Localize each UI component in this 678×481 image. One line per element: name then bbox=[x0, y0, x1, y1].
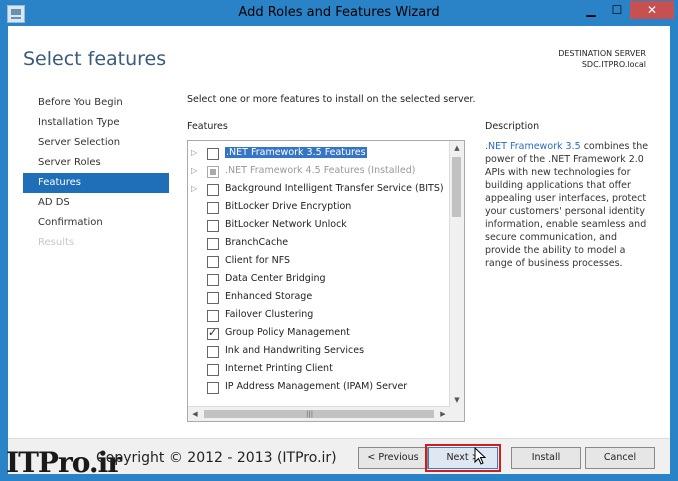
feature-row[interactable]: Enhanced Storage bbox=[188, 289, 450, 306]
install-button[interactable]: Install bbox=[511, 447, 581, 469]
feature-label: Failover Clustering bbox=[225, 309, 314, 320]
vertical-scrollbar[interactable]: ▲ ▼ bbox=[449, 141, 464, 407]
description-link[interactable]: .NET Framework 3.5 bbox=[485, 141, 581, 152]
feature-label: BranchCache bbox=[225, 237, 289, 248]
feature-label: IP Address Management (IPAM) Server bbox=[225, 381, 408, 392]
feature-checkbox[interactable] bbox=[207, 292, 219, 304]
description-text: .NET Framework 3.5 combines the power of… bbox=[485, 140, 653, 270]
feature-checkbox[interactable] bbox=[207, 310, 219, 322]
nav-item-server-selection[interactable]: Server Selection bbox=[23, 133, 169, 153]
wizard-window: Add Roles and Features Wizard ▁ ☐ ✕ Sele… bbox=[0, 0, 678, 481]
grip-icon: ||| bbox=[306, 410, 314, 418]
feature-checkbox[interactable] bbox=[207, 346, 219, 358]
feature-label: Internet Printing Client bbox=[225, 363, 333, 374]
destination-label: DESTINATION SERVER bbox=[558, 49, 646, 58]
feature-row[interactable]: Internet Printing Client bbox=[188, 361, 450, 378]
wizard-footer: < Previous Next > Install Cancel bbox=[8, 438, 670, 474]
window-controls: ▁ ☐ ✕ bbox=[578, 1, 674, 19]
feature-label: Background Intelligent Transfer Service … bbox=[225, 183, 444, 194]
maximize-button[interactable]: ☐ bbox=[604, 1, 630, 19]
expand-arrow-icon[interactable]: ▷ bbox=[191, 148, 199, 157]
instruction-text: Select one or more features to install o… bbox=[187, 94, 476, 105]
feature-label: Data Center Bridging bbox=[225, 273, 326, 284]
feature-label: .NET Framework 3.5 Features bbox=[225, 147, 367, 158]
nav-item-installation-type[interactable]: Installation Type bbox=[23, 113, 169, 133]
feature-checkbox[interactable] bbox=[207, 220, 219, 232]
expand-arrow-icon[interactable]: ▷ bbox=[191, 166, 199, 175]
feature-row[interactable]: BitLocker Drive Encryption bbox=[188, 199, 450, 216]
nav-item-before-you-begin[interactable]: Before You Begin bbox=[23, 93, 169, 113]
feature-checkbox[interactable] bbox=[207, 148, 219, 160]
feature-row[interactable]: ▷ .NET Framework 3.5 Features bbox=[188, 145, 450, 162]
feature-row[interactable]: Group Policy Management bbox=[188, 325, 450, 342]
features-list[interactable]: ▲ ▼ ◀ ||| ▶ ▷ .NET Framework 3.5 Features… bbox=[187, 140, 465, 422]
cancel-button[interactable]: Cancel bbox=[585, 447, 655, 469]
nav-item-features[interactable]: Features bbox=[23, 173, 169, 193]
description-label: Description bbox=[485, 121, 540, 132]
scroll-corner bbox=[450, 407, 464, 421]
feature-row[interactable]: ▷ .NET Framework 4.5 Features (Installed) bbox=[188, 163, 450, 180]
minimize-button[interactable]: ▁ bbox=[578, 1, 604, 19]
scroll-up-icon[interactable]: ▲ bbox=[450, 141, 464, 155]
title-bar[interactable]: Add Roles and Features Wizard ▁ ☐ ✕ bbox=[0, 0, 678, 26]
feature-row[interactable]: BranchCache bbox=[188, 235, 450, 252]
nav-item-confirmation[interactable]: Confirmation bbox=[23, 213, 169, 233]
expand-arrow-icon[interactable]: ▷ bbox=[191, 184, 199, 193]
feature-row[interactable]: ▷ Background Intelligent Transfer Service… bbox=[188, 181, 450, 198]
feature-checkbox[interactable] bbox=[207, 238, 219, 250]
feature-label: .NET Framework 4.5 Features (Installed) bbox=[225, 165, 416, 176]
feature-row[interactable]: Failover Clustering bbox=[188, 307, 450, 324]
wizard-content: Select features DESTINATION SERVER SDC.I… bbox=[8, 26, 670, 473]
feature-checkbox[interactable] bbox=[207, 382, 219, 394]
feature-checkbox[interactable] bbox=[207, 326, 219, 340]
feature-row[interactable]: Client for NFS bbox=[188, 253, 450, 270]
feature-label: BitLocker Drive Encryption bbox=[225, 201, 352, 212]
features-label: Features bbox=[187, 121, 228, 132]
feature-row[interactable]: Data Center Bridging bbox=[188, 271, 450, 288]
hscroll-thumb[interactable] bbox=[204, 410, 434, 418]
next-button[interactable]: Next > bbox=[425, 444, 501, 472]
wizard-nav: Before You Begin Installation Type Serve… bbox=[23, 93, 169, 253]
previous-button[interactable]: < Previous bbox=[358, 447, 428, 469]
description-body: combines the power of the .NET Framework… bbox=[485, 141, 649, 269]
page-title: Select features bbox=[23, 48, 167, 70]
feature-row[interactable]: Ink and Handwriting Services bbox=[188, 343, 450, 360]
horizontal-scrollbar[interactable]: ◀ ||| ▶ bbox=[188, 406, 450, 421]
feature-checkbox[interactable] bbox=[207, 364, 219, 376]
feature-row[interactable]: BitLocker Network Unlock bbox=[188, 217, 450, 234]
scroll-down-icon[interactable]: ▼ bbox=[450, 393, 464, 407]
nav-item-ad-ds[interactable]: AD DS bbox=[23, 193, 169, 213]
feature-checkbox[interactable] bbox=[207, 256, 219, 268]
feature-row[interactable]: IP Address Management (IPAM) Server bbox=[188, 379, 450, 396]
feature-label: BitLocker Network Unlock bbox=[225, 219, 347, 230]
scroll-thumb[interactable] bbox=[452, 157, 461, 217]
feature-checkbox[interactable] bbox=[207, 274, 219, 286]
destination-server: DESTINATION SERVER SDC.ITPRO.local bbox=[558, 48, 646, 70]
feature-label: Ink and Handwriting Services bbox=[225, 345, 365, 356]
scroll-right-icon[interactable]: ▶ bbox=[436, 407, 450, 421]
feature-label: Client for NFS bbox=[225, 255, 291, 266]
feature-label: Enhanced Storage bbox=[225, 291, 313, 302]
feature-label: Group Policy Management bbox=[225, 327, 350, 338]
nav-item-server-roles[interactable]: Server Roles bbox=[23, 153, 169, 173]
feature-checkbox[interactable] bbox=[207, 202, 219, 214]
nav-item-results: Results bbox=[38, 237, 75, 248]
window-title: Add Roles and Features Wizard bbox=[238, 5, 440, 20]
mouse-cursor-icon bbox=[474, 447, 486, 465]
feature-checkbox bbox=[207, 166, 219, 178]
feature-checkbox[interactable] bbox=[207, 184, 219, 196]
destination-server-name: SDC.ITPRO.local bbox=[581, 60, 646, 69]
close-button[interactable]: ✕ bbox=[630, 1, 674, 19]
scroll-left-icon[interactable]: ◀ bbox=[188, 407, 202, 421]
